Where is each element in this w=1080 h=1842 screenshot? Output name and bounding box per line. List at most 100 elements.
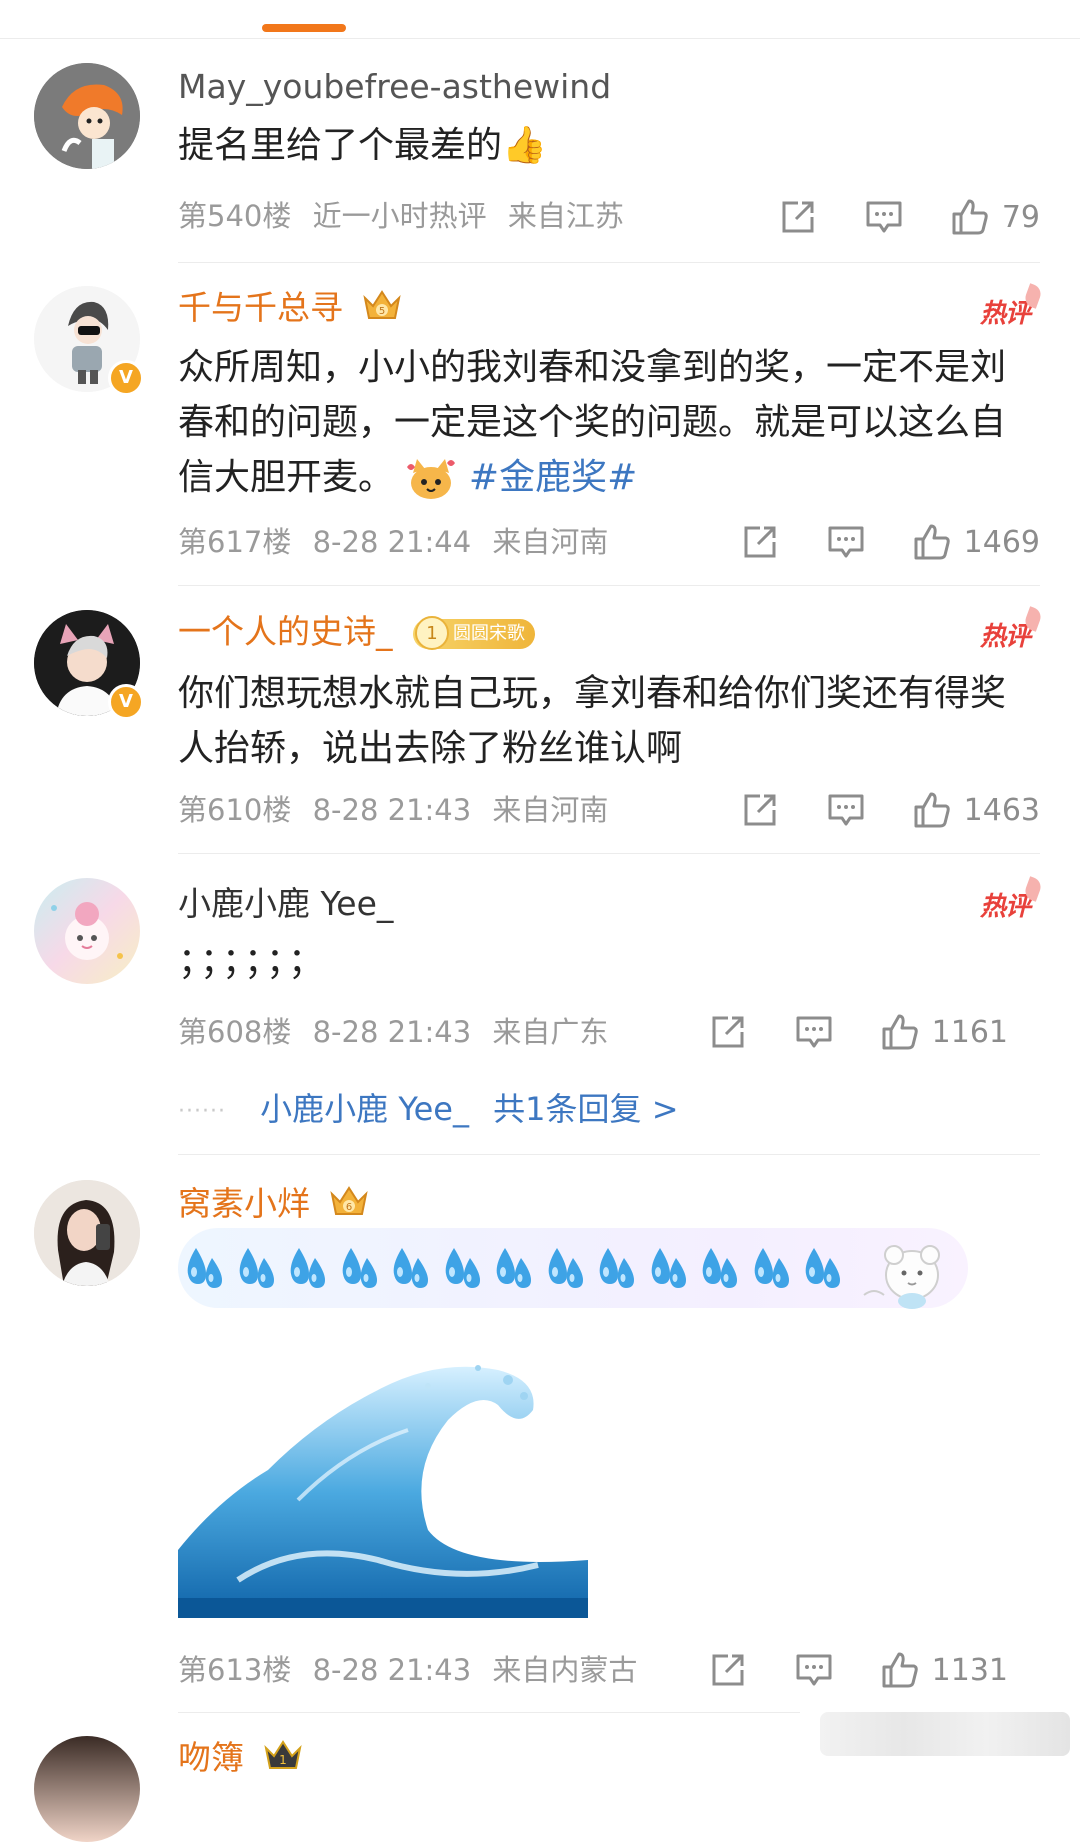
sweat-drops-emoji: [182, 1242, 226, 1292]
reply-dots: ······: [178, 1098, 226, 1124]
divider: [178, 853, 1040, 854]
location: 来自广东: [492, 1015, 609, 1049]
sweat-drops-emoji: [646, 1242, 690, 1292]
divider: [178, 262, 1040, 263]
share-icon[interactable]: [778, 197, 818, 237]
comment-text: 提名里给了个最差的👍: [178, 118, 1038, 173]
floor-number: 第613楼: [178, 1653, 292, 1687]
comment-icon[interactable]: [794, 1012, 834, 1052]
location: 来自河南: [492, 525, 609, 559]
like-count: 1469: [963, 524, 1040, 560]
username[interactable]: May_youbefree-asthewind: [178, 67, 611, 107]
like-icon[interactable]: [912, 790, 952, 830]
username-text: 一个人的史诗_: [178, 612, 393, 651]
sweat-drops-emoji: [285, 1242, 329, 1292]
username-text: 窝素小烊: [178, 1184, 310, 1223]
comment-meta: 第610楼 8-28 21:43 来自河南: [178, 792, 608, 828]
floor-number: 第617楼: [178, 525, 292, 559]
fan-badge-text: 圆圆宋歌: [453, 622, 525, 644]
like-icon[interactable]: [950, 197, 990, 237]
comment-meta: 第540楼 近一小时热评 来自江苏: [178, 198, 624, 234]
active-tab-indicator: [262, 24, 346, 32]
floor-number: 第540楼: [178, 199, 292, 233]
bear-sticker-icon: [860, 1225, 960, 1315]
top-tab-bar: [0, 0, 1080, 39]
sweat-drops-emoji: [337, 1242, 381, 1292]
comment-meta: 第613楼 8-28 21:43 来自内蒙古: [178, 1652, 637, 1688]
location: 来自内蒙古: [492, 1653, 638, 1687]
divider: [178, 585, 1040, 586]
blurred-watermark: [820, 1712, 1070, 1756]
comment-actions: 1161: [708, 1010, 1008, 1054]
reply-username[interactable]: 小鹿小鹿 Yee_: [260, 1090, 469, 1128]
hot-comment-tag: 热评: [980, 293, 1031, 330]
comment-icon[interactable]: [794, 1650, 834, 1690]
sweat-drops-emoji: [234, 1242, 278, 1292]
timestamp: 8-28 21:43: [312, 1653, 472, 1687]
svg-text:6: 6: [345, 1202, 351, 1213]
hashtag-link[interactable]: #金鹿奖#: [469, 457, 637, 498]
sweat-drops-emoji: [491, 1242, 535, 1292]
timestamp: 8-28 21:43: [312, 1015, 472, 1049]
avatar[interactable]: [34, 878, 140, 984]
svg-text:5: 5: [378, 306, 384, 317]
like-count: 1161: [931, 1014, 1008, 1050]
floor-number: 第608楼: [178, 1015, 292, 1049]
comment-actions: 1131: [708, 1648, 1008, 1692]
cat-sticker-icon: [405, 455, 457, 503]
like-icon[interactable]: [880, 1012, 920, 1052]
sweat-drops-emoji-strip: [178, 1228, 968, 1308]
sweat-drops-emoji: [440, 1242, 484, 1292]
comment-text: ；；；；；；: [178, 941, 329, 982]
avatar[interactable]: [34, 1180, 140, 1286]
username[interactable]: 一个人的史诗_ 1 圆圆宋歌: [178, 612, 535, 652]
water-wave-image[interactable]: [178, 1350, 588, 1618]
comment-text: 众所周知，小小的我刘春和没拿到的奖，一定不是刘春和的问题，一定是这个奖的问题。就…: [178, 340, 1038, 505]
location: 来自河南: [492, 793, 609, 827]
hot-comment-tag: 热评: [980, 616, 1031, 653]
share-icon[interactable]: [740, 522, 780, 562]
comment-meta: 第608楼 8-28 21:43 来自广东: [178, 1014, 608, 1050]
username-text: 千与千总寻: [178, 288, 343, 327]
location: 来自江苏: [507, 199, 624, 233]
divider: [178, 1712, 800, 1713]
sweat-drops-emoji: [543, 1242, 587, 1292]
timestamp: 8-28 21:44: [312, 525, 472, 559]
share-icon[interactable]: [708, 1012, 748, 1052]
comment-actions: 1463: [740, 788, 1040, 832]
comment-icon[interactable]: [864, 197, 904, 237]
like-count: 1131: [931, 1652, 1008, 1688]
comment-icon[interactable]: [826, 522, 866, 562]
vip-crown-icon: 1: [263, 1738, 303, 1781]
username[interactable]: 窝素小烊 6: [178, 1184, 369, 1227]
username[interactable]: 吻簿 1: [178, 1738, 303, 1781]
like-count: 1463: [963, 792, 1040, 828]
reply-summary[interactable]: ······ 小鹿小鹿 Yee_ 共1条回复 >: [178, 1084, 679, 1130]
like-icon[interactable]: [912, 522, 952, 562]
avatar[interactable]: [34, 1736, 140, 1842]
comment-text: 你们想玩想水就自己玩，拿刘春和给你们奖还有得奖人抬轿，说出去除了粉丝谁认啊: [178, 673, 1007, 769]
hot-comment-tag: 热评: [980, 886, 1031, 923]
divider: [178, 1154, 1040, 1155]
floor-number: 第610楼: [178, 793, 292, 827]
username[interactable]: 千与千总寻 5: [178, 288, 402, 331]
share-icon[interactable]: [740, 790, 780, 830]
comment-icon[interactable]: [826, 790, 866, 830]
verified-badge: V: [108, 684, 144, 720]
share-icon[interactable]: [708, 1650, 748, 1690]
avatar[interactable]: [34, 63, 140, 169]
username-text: 吻簿: [178, 1738, 244, 1777]
svg-text:1: 1: [279, 1753, 287, 1767]
vip-crown-icon: 6: [329, 1184, 369, 1227]
reply-count-link[interactable]: 共1条回复 >: [493, 1090, 678, 1128]
comment-actions: 79: [778, 195, 1040, 239]
like-icon[interactable]: [880, 1650, 920, 1690]
sweat-drops-emoji: [594, 1242, 638, 1292]
fan-badge-level: 1: [415, 615, 449, 650]
sweat-drops-emoji: [388, 1242, 432, 1292]
timestamp: 近一小时热评: [312, 199, 487, 233]
comment-actions: 1469: [740, 520, 1040, 564]
sweat-drops-emoji: [697, 1242, 741, 1292]
fan-badge[interactable]: 1 圆圆宋歌: [413, 615, 535, 650]
username[interactable]: 小鹿小鹿 Yee_: [178, 884, 393, 924]
